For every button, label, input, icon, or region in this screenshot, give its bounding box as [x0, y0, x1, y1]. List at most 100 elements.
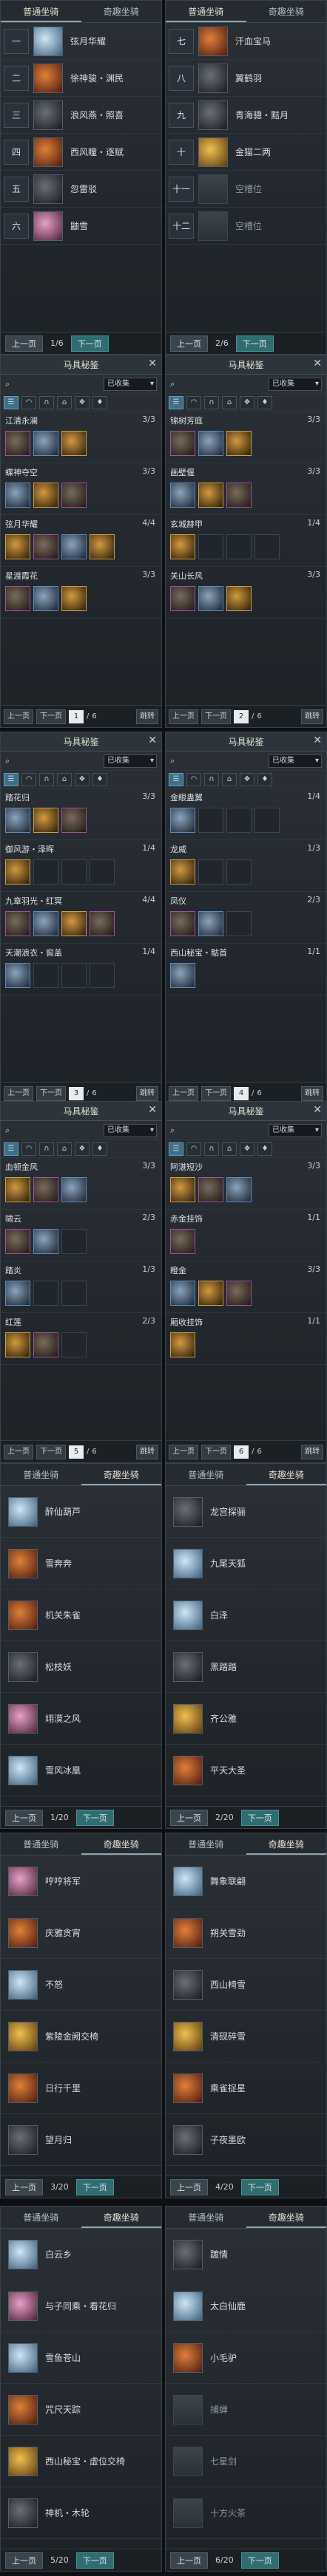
- set-row[interactable]: 星渡霞花 3/3: [1, 567, 161, 619]
- part-icon[interactable]: [61, 1332, 87, 1357]
- part-icon[interactable]: [226, 431, 252, 456]
- mount-row[interactable]: 朔关雪劲: [166, 1907, 326, 1959]
- tab-special-mount[interactable]: 奇趣坐骑: [81, 1464, 161, 1485]
- category-deco-icon[interactable]: ♦: [257, 772, 272, 786]
- tab-normal-mount[interactable]: 普通坐骑: [166, 1464, 246, 1485]
- next-button[interactable]: 下一页: [240, 2552, 279, 2569]
- set-row[interactable]: 啸云 2/3: [1, 1210, 161, 1261]
- mount-row[interactable]: 十方火茶: [166, 2487, 326, 2539]
- category-bridle-icon[interactable]: ∩: [204, 772, 219, 786]
- mount-row[interactable]: 雪风冰凰: [1, 1745, 161, 1796]
- category-armor-icon[interactable]: ⌂: [222, 772, 237, 786]
- part-icon[interactable]: [226, 1177, 252, 1202]
- mount-row[interactable]: 平天大圣: [166, 1745, 326, 1796]
- part-icon[interactable]: [170, 911, 195, 936]
- next-button[interactable]: 下一页: [240, 1809, 279, 1826]
- next-button[interactable]: 下一页: [75, 2178, 114, 2195]
- category-saddle-icon[interactable]: ◠: [21, 1142, 36, 1156]
- set-row[interactable]: 凤仪 2/3: [166, 892, 326, 944]
- set-row[interactable]: 关山长风 3/3: [166, 567, 326, 619]
- part-icon[interactable]: [5, 1177, 30, 1202]
- part-icon[interactable]: [198, 586, 223, 611]
- collection-filter-select[interactable]: 已收集: [269, 754, 322, 768]
- prev-button[interactable]: 上一页: [170, 1809, 208, 1826]
- part-icon[interactable]: [61, 1229, 87, 1254]
- mount-row[interactable]: 松枝妖: [1, 1641, 161, 1693]
- part-icon[interactable]: [226, 586, 252, 611]
- part-icon[interactable]: [90, 963, 115, 988]
- prev-button[interactable]: 上一页: [170, 335, 208, 352]
- part-icon[interactable]: [5, 483, 30, 508]
- part-icon[interactable]: [90, 859, 115, 885]
- category-deco-icon[interactable]: ♦: [257, 395, 272, 409]
- collection-filter-select[interactable]: 已收集: [269, 377, 322, 391]
- mount-row[interactable]: 二 徐神骏・渊民: [1, 60, 161, 97]
- close-icon[interactable]: ✕: [313, 1104, 322, 1116]
- mount-row[interactable]: 西山椅雪: [166, 1959, 326, 2011]
- part-icon[interactable]: [33, 963, 58, 988]
- part-icon[interactable]: [61, 859, 87, 885]
- category-saddle-icon[interactable]: ◠: [21, 772, 36, 786]
- next-button[interactable]: 下一页: [70, 335, 109, 352]
- mount-row[interactable]: 一 弦月华耀: [1, 23, 161, 60]
- mount-row[interactable]: 白泽: [166, 1589, 326, 1641]
- set-row[interactable]: 血顿金风 3/3: [1, 1158, 161, 1210]
- page-input[interactable]: 1: [69, 709, 84, 723]
- part-icon[interactable]: [226, 911, 252, 936]
- part-icon[interactable]: [198, 534, 223, 559]
- part-icon[interactable]: [33, 483, 58, 508]
- part-icon[interactable]: [5, 963, 30, 988]
- category-wing-icon[interactable]: ❖: [240, 1142, 254, 1156]
- category-saddle-icon[interactable]: ◠: [186, 772, 201, 786]
- part-icon[interactable]: [170, 963, 195, 988]
- next-button[interactable]: 下一页: [36, 709, 66, 724]
- mount-row[interactable]: 六 鼬雪: [1, 208, 161, 245]
- tab-special-mount[interactable]: 奇趣坐骑: [81, 1, 162, 22]
- mount-row[interactable]: 齐公雅: [166, 1693, 326, 1745]
- mount-row[interactable]: 雪鱼苍山: [1, 2332, 161, 2384]
- mount-row[interactable]: 子夜墨欧: [166, 2114, 326, 2166]
- mount-row[interactable]: 七星剑: [166, 2436, 326, 2487]
- close-icon[interactable]: ✕: [313, 358, 322, 369]
- set-row[interactable]: 天潮浪衣・窖盖 1/4: [1, 944, 161, 995]
- category-armor-icon[interactable]: ⌂: [222, 1142, 237, 1156]
- part-icon[interactable]: [170, 1281, 195, 1306]
- part-icon[interactable]: [5, 1229, 30, 1254]
- tab-normal-mount[interactable]: 普通坐骑: [1, 1464, 81, 1485]
- part-icon[interactable]: [226, 483, 252, 508]
- category-all-icon[interactable]: ☰: [169, 1142, 183, 1156]
- category-all-icon[interactable]: ☰: [169, 395, 183, 409]
- tab-special-mount[interactable]: 奇趣坐骑: [246, 1464, 326, 1485]
- search-icon[interactable]: ⌕: [170, 379, 175, 389]
- category-armor-icon[interactable]: ⌂: [222, 395, 237, 409]
- category-deco-icon[interactable]: ♦: [257, 1142, 272, 1156]
- set-row[interactable]: 玄城赫甲 1/4: [166, 515, 326, 567]
- set-row[interactable]: 红莲 2/3: [1, 1313, 161, 1365]
- mount-row[interactable]: 日行千里: [1, 2062, 161, 2114]
- search-icon[interactable]: ⌕: [170, 1125, 175, 1136]
- part-icon[interactable]: [33, 1177, 58, 1202]
- search-icon[interactable]: ⌕: [5, 379, 10, 389]
- part-icon[interactable]: [90, 911, 115, 936]
- part-icon[interactable]: [198, 431, 223, 456]
- mount-row[interactable]: 七 汗血宝马: [166, 23, 326, 60]
- search-icon[interactable]: ⌕: [5, 756, 10, 766]
- category-bridle-icon[interactable]: ∩: [39, 1142, 54, 1156]
- collection-filter-select[interactable]: 已收集: [269, 1123, 322, 1137]
- category-bridle-icon[interactable]: ∩: [204, 1142, 219, 1156]
- next-button[interactable]: 下一页: [201, 1444, 231, 1459]
- part-icon[interactable]: [254, 808, 280, 833]
- mount-row[interactable]: 神机・木轮: [1, 2487, 161, 2539]
- search-icon[interactable]: ⌕: [5, 1125, 10, 1136]
- part-icon[interactable]: [226, 808, 252, 833]
- close-icon[interactable]: ✕: [313, 735, 322, 746]
- set-row[interactable]: 厢收挂饰 1/1: [166, 1313, 326, 1365]
- category-deco-icon[interactable]: ♦: [92, 395, 107, 409]
- mount-row[interactable]: 与子同乘・看花归: [1, 2280, 161, 2332]
- category-saddle-icon[interactable]: ◠: [186, 395, 201, 409]
- part-icon[interactable]: [198, 483, 223, 508]
- part-icon[interactable]: [61, 808, 87, 833]
- next-button[interactable]: 下一页: [36, 1444, 66, 1459]
- mount-row[interactable]: 五 忽雷驳: [1, 171, 161, 208]
- part-icon[interactable]: [226, 1281, 252, 1306]
